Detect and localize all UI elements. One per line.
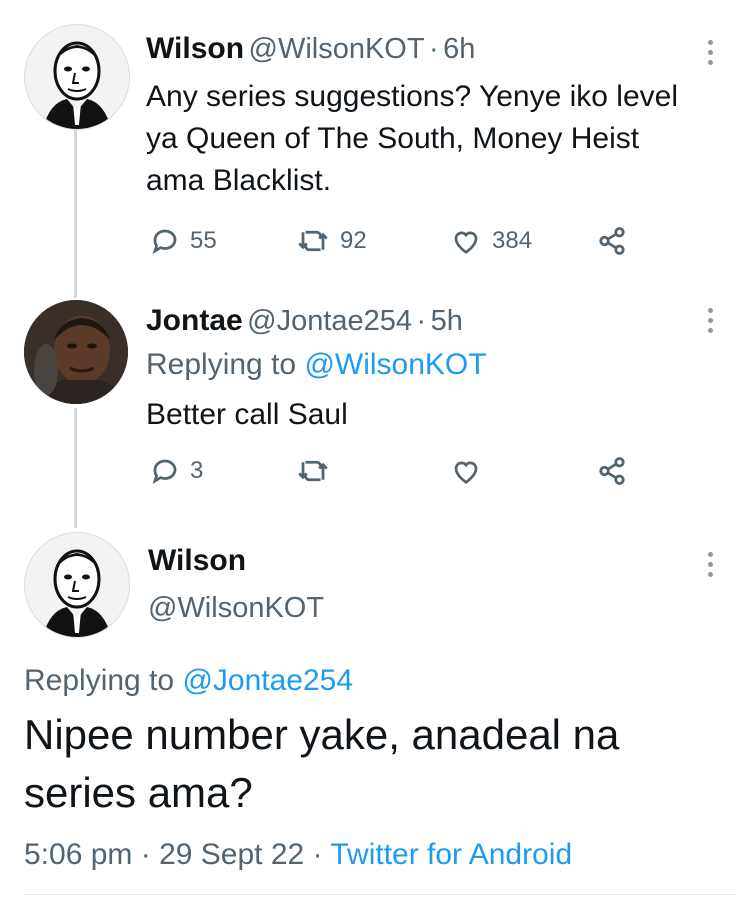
tweet-1-text: Any series suggestions? Yenye iko level … <box>146 76 736 202</box>
reply-icon <box>152 229 177 255</box>
separator: · <box>140 838 151 871</box>
tweet-1-header: Wilson @WilsonKOT · 6h <box>146 32 475 66</box>
separator: · <box>429 33 439 65</box>
main-tweet-replying: Replying to @Jontae254 <box>24 660 353 702</box>
thread-line-2 <box>74 408 77 528</box>
more-options-icon[interactable] <box>708 552 716 582</box>
tweet-time[interactable]: 5:06 pm <box>24 838 132 871</box>
reply-button[interactable]: 3 <box>150 456 203 486</box>
replying-to-link[interactable]: @Jontae254 <box>182 664 353 697</box>
tweet-date[interactable]: 29 Sept 22 <box>159 838 304 871</box>
reply-count: 55 <box>190 227 217 254</box>
like-count: 384 <box>492 227 533 254</box>
more-options-icon[interactable] <box>708 308 716 338</box>
retweet-icon <box>298 230 328 252</box>
thread-line-1 <box>74 130 77 298</box>
heart-icon <box>454 461 478 484</box>
retweet-button[interactable]: 92 <box>296 226 367 256</box>
avatar-wilson[interactable] <box>24 532 130 638</box>
retweet-count: 92 <box>340 227 367 254</box>
main-tweet-text: Nipee number yake, anadeal na series ama… <box>24 706 734 822</box>
reply-count: 3 <box>190 457 204 484</box>
main-tweet-name[interactable]: Wilson <box>148 544 246 578</box>
main-tweet-line-2: series ama? <box>24 769 253 816</box>
tweet-1-time[interactable]: 6h <box>443 33 475 65</box>
heart-icon <box>454 231 478 254</box>
tweet-1-line-1: Any series suggestions? Yenye iko level <box>146 80 679 113</box>
tweet-2-replying: Replying to @WilsonKOT <box>146 344 487 386</box>
like-button[interactable] <box>450 456 482 486</box>
avatar-wilson[interactable] <box>24 24 130 130</box>
tweet-1-line-2: ya Queen of The South, Money Heist <box>146 122 640 155</box>
share-button[interactable] <box>596 226 628 256</box>
share-icon <box>599 227 625 255</box>
tweet-source-link[interactable]: Twitter for Android <box>330 838 572 871</box>
divider <box>24 894 736 895</box>
separator: · <box>416 305 427 337</box>
more-options-icon[interactable] <box>708 40 716 70</box>
share-button[interactable] <box>596 456 628 486</box>
retweet-button[interactable] <box>296 456 330 486</box>
share-icon <box>599 457 625 485</box>
replying-prefix: Replying to <box>146 348 297 381</box>
replying-prefix: Replying to <box>24 664 175 697</box>
tweet-2-text: Better call Saul <box>146 398 348 431</box>
main-tweet-line-1: Nipee number yake, anadeal na <box>24 711 620 758</box>
retweet-icon <box>298 460 328 482</box>
like-button[interactable]: 384 <box>450 226 532 256</box>
tweet-2-header: Jontae @Jontae254 · 5h <box>146 304 463 338</box>
replying-to-link[interactable]: @WilsonKOT <box>304 348 486 381</box>
tweet-2-time[interactable]: 5h <box>431 305 463 337</box>
tweet-2-handle[interactable]: @Jontae254 <box>247 305 412 337</box>
tweet-1-name[interactable]: Wilson <box>146 32 244 65</box>
main-tweet-meta: 5:06 pm · 29 Sept 22 · Twitter for Andro… <box>24 838 572 872</box>
reply-button[interactable]: 55 <box>150 226 217 256</box>
tweet-1-line-3: ama Blacklist. <box>146 164 332 197</box>
main-tweet-handle[interactable]: @WilsonKOT <box>148 592 324 625</box>
separator: · <box>312 838 323 871</box>
reply-icon <box>152 459 177 485</box>
avatar-jontae[interactable] <box>24 300 128 404</box>
tweet-1-handle[interactable]: @WilsonKOT <box>249 33 425 65</box>
tweet-2-name[interactable]: Jontae <box>146 304 243 337</box>
